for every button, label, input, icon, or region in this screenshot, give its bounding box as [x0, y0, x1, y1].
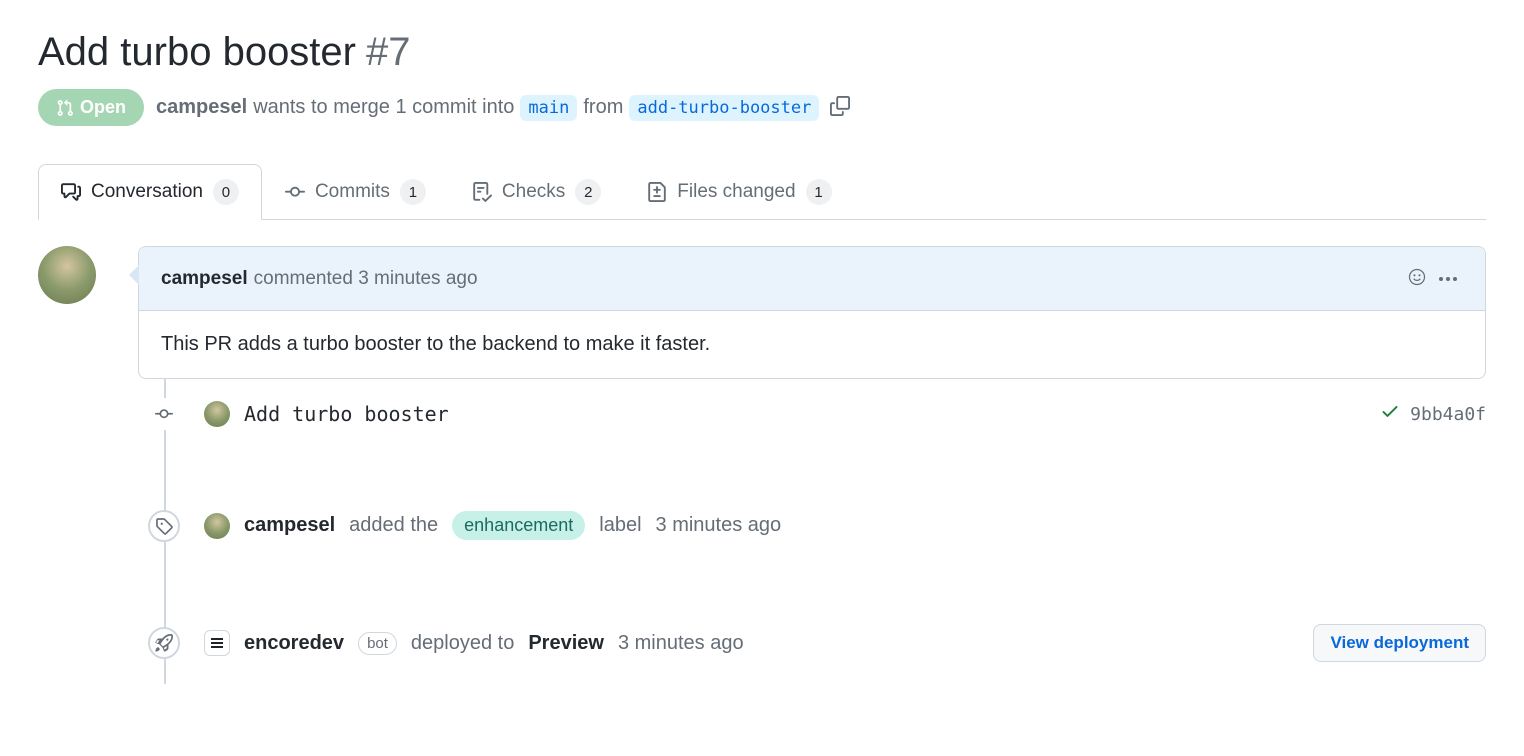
pr-title-row: Add turbo booster #7 — [38, 30, 1486, 75]
file-diff-icon — [647, 182, 667, 202]
tab-checks[interactable]: Checks 2 — [449, 164, 624, 219]
files-count: 1 — [806, 179, 832, 205]
comment-author[interactable]: campesel — [161, 268, 248, 290]
state-label: Open — [80, 97, 126, 118]
check-icon[interactable] — [1380, 401, 1400, 427]
tab-conversation[interactable]: Conversation 0 — [38, 164, 262, 220]
git-commit-icon — [285, 182, 305, 202]
smiley-icon — [1407, 267, 1427, 287]
avatar[interactable] — [38, 246, 96, 304]
pr-meta-row: Open campesel wants to merge 1 commit in… — [38, 89, 1486, 126]
deploy-event: encoredev bot deployed to Preview 3 minu… — [138, 602, 1486, 684]
deploy-time[interactable]: 3 minutes ago — [618, 632, 744, 655]
git-commit-icon — [155, 405, 173, 423]
deploy-env: Preview — [528, 632, 604, 655]
label-actor[interactable]: campesel — [244, 514, 335, 537]
comment-body: This PR adds a turbo booster to the back… — [139, 311, 1485, 378]
label-event: campesel added the enhancement label 3 m… — [138, 489, 1486, 562]
deploy-marker — [148, 627, 180, 659]
label-chip[interactable]: enhancement — [452, 511, 585, 540]
commit-message[interactable]: Add turbo booster — [244, 402, 449, 426]
avatar[interactable] — [204, 513, 230, 539]
bot-avatar[interactable] — [204, 630, 230, 656]
bot-badge: bot — [358, 632, 397, 655]
label-time[interactable]: 3 minutes ago — [656, 514, 782, 537]
commit-event: Add turbo booster 9bb4a0f — [138, 379, 1486, 449]
head-branch[interactable]: add-turbo-booster — [629, 95, 819, 121]
add-reaction-button[interactable] — [1401, 261, 1433, 296]
checklist-icon — [472, 182, 492, 202]
timeline: campesel commented 3 minutes ago This PR… — [38, 246, 1486, 684]
comment-menu-button[interactable] — [1433, 271, 1463, 287]
commit-sha[interactable]: 9bb4a0f — [1410, 404, 1486, 425]
commit-marker — [148, 398, 180, 430]
events: Add turbo booster 9bb4a0f campesel added… — [138, 379, 1486, 684]
comment-header: campesel commented 3 minutes ago — [139, 247, 1485, 311]
conversation-count: 0 — [213, 179, 239, 205]
merge-summary: campesel wants to merge 1 commit into ma… — [156, 91, 855, 124]
rocket-icon — [155, 634, 173, 652]
state-badge: Open — [38, 89, 144, 126]
pr-title: Add turbo booster — [38, 30, 356, 75]
copy-icon — [830, 96, 850, 116]
git-pull-request-icon — [56, 99, 74, 117]
pr-number: #7 — [366, 30, 411, 75]
avatar[interactable] — [204, 401, 230, 427]
label-marker — [148, 510, 180, 542]
comment-box: campesel commented 3 minutes ago This PR… — [138, 246, 1486, 379]
comment-discussion-icon — [61, 182, 81, 202]
deploy-actor[interactable]: encoredev — [244, 632, 344, 655]
checks-count: 2 — [575, 179, 601, 205]
tab-files-changed[interactable]: Files changed 1 — [624, 164, 854, 219]
tab-commits[interactable]: Commits 1 — [262, 164, 449, 219]
commits-count: 1 — [400, 179, 426, 205]
comment-time[interactable]: 3 minutes ago — [358, 268, 477, 290]
tag-icon — [155, 517, 173, 535]
base-branch[interactable]: main — [520, 95, 577, 121]
view-deployment-button[interactable]: View deployment — [1313, 624, 1486, 662]
kebab-icon — [1439, 277, 1457, 281]
copy-branch-button[interactable] — [825, 91, 855, 124]
encore-logo-icon — [209, 635, 225, 651]
pr-author[interactable]: campesel — [156, 96, 247, 119]
pr-tabs: Conversation 0 Commits 1 Checks 2 Files … — [38, 164, 1486, 220]
